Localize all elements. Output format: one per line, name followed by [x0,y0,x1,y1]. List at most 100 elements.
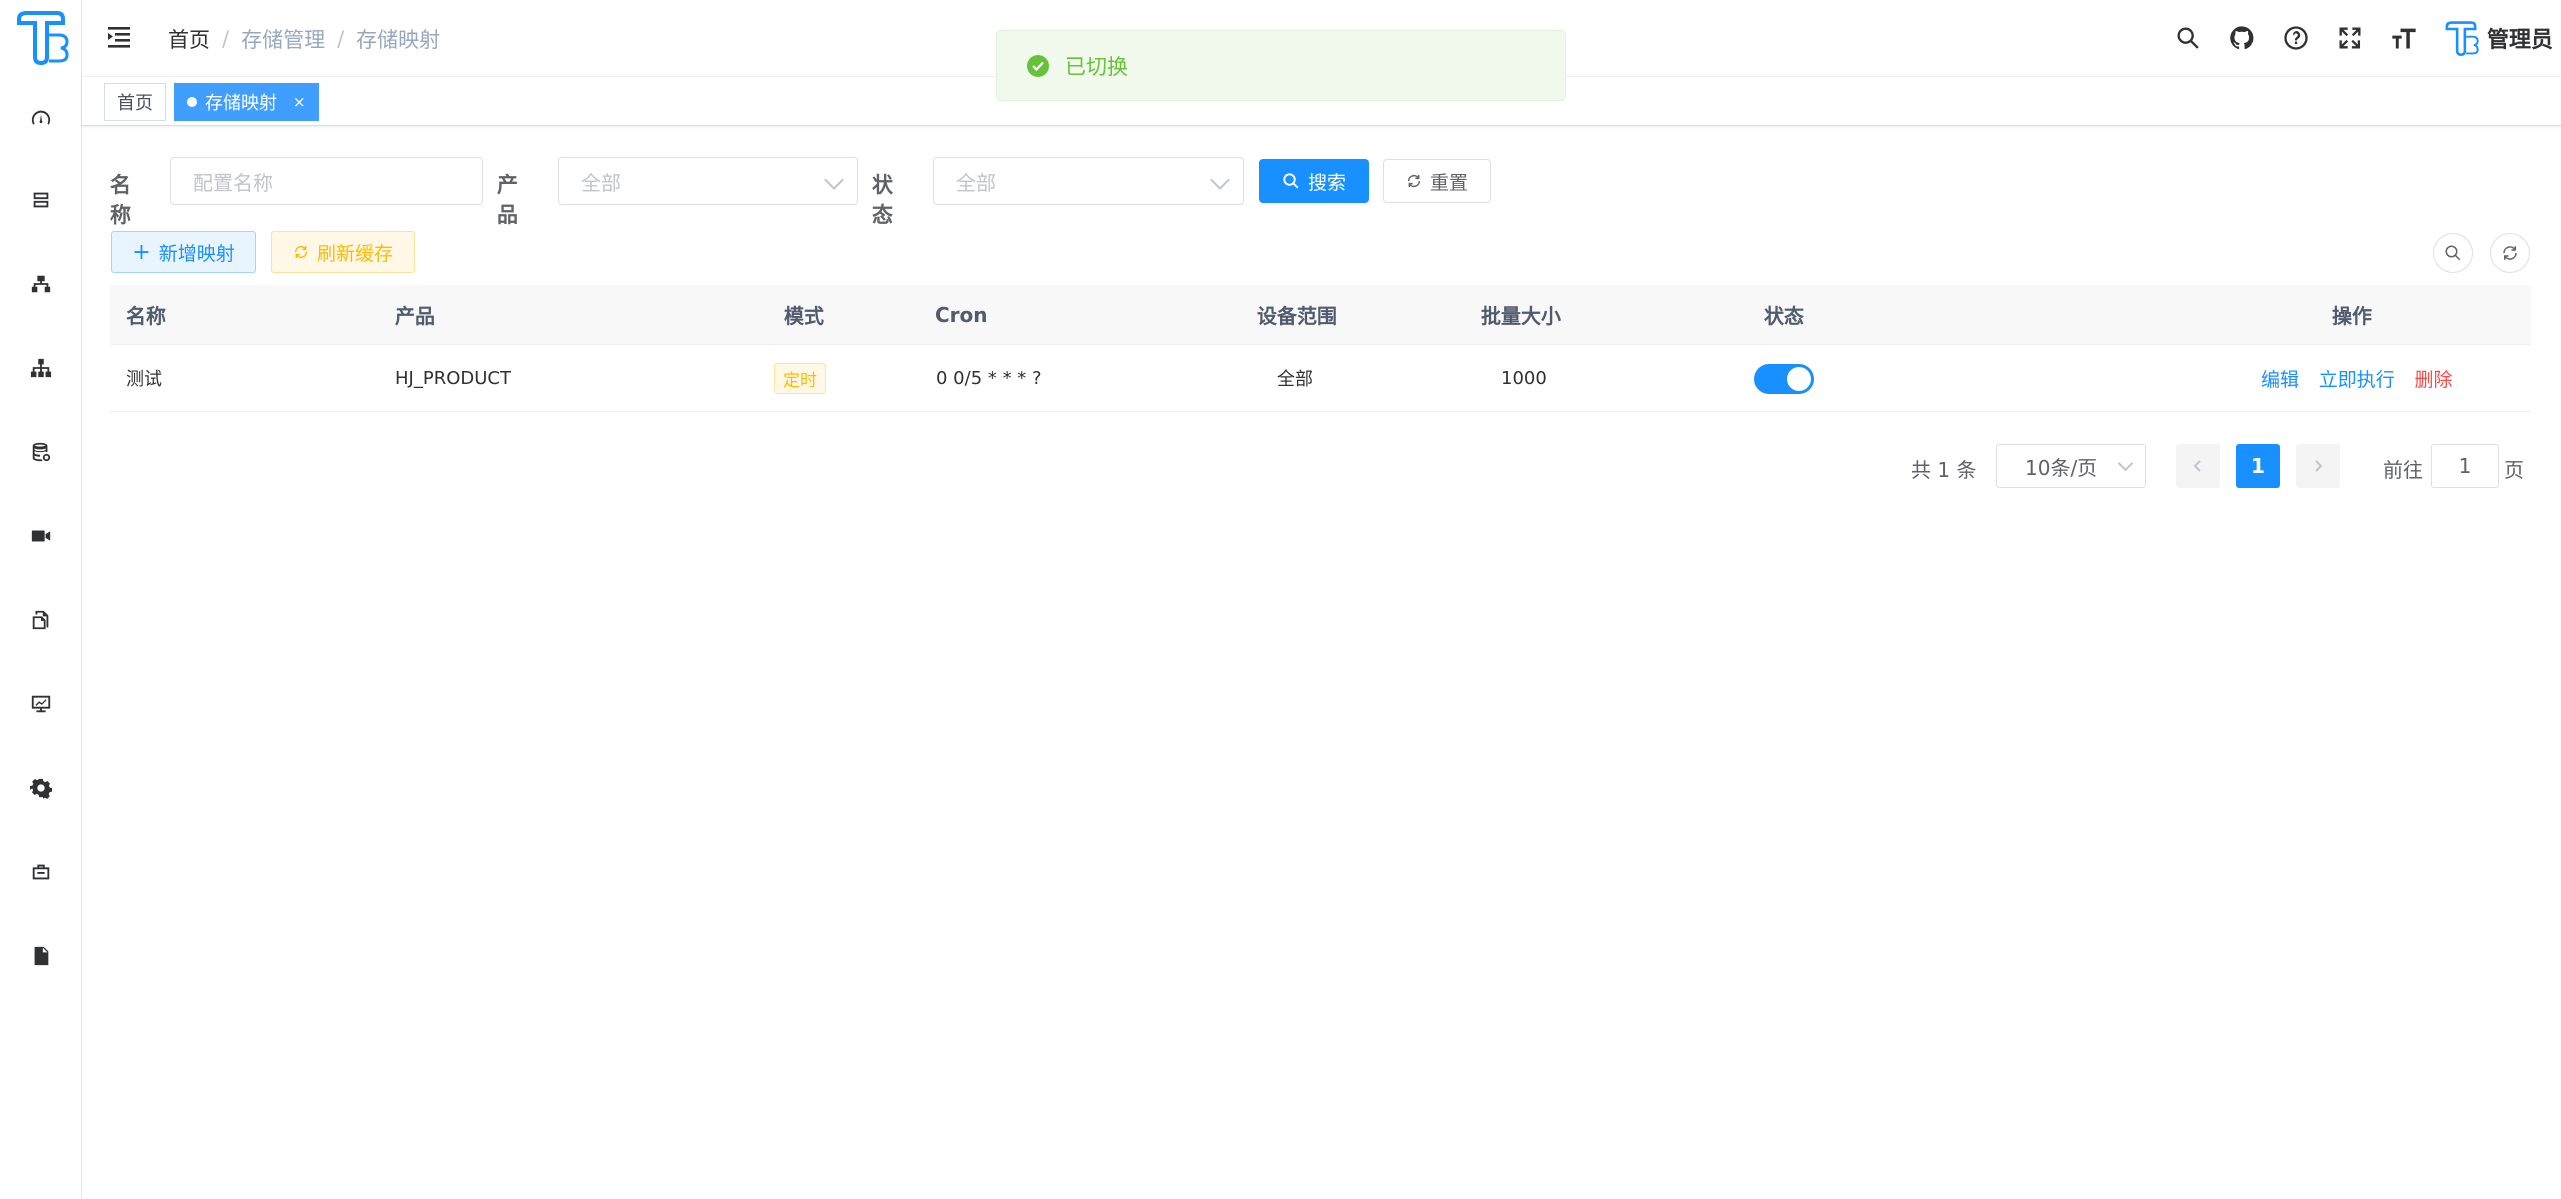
search-button[interactable]: 搜索 [1259,159,1369,203]
close-icon[interactable]: × [293,93,306,111]
refresh-icon [1407,174,1421,188]
status-select[interactable]: 全部 [933,157,1244,205]
search-icon [2445,245,2461,261]
success-message: 已切换 [996,30,1566,101]
sitemap-icon[interactable] [27,354,55,382]
page-suffix: 页 [2504,458,2524,482]
table-row: 测试 HJ_PRODUCT 定时 0 0/5 * * * ? 全部 1000 编… [110,345,2531,412]
breadcrumb-storage: 存储管理 [241,28,326,52]
page-number-button[interactable]: 1 [2236,444,2280,488]
logo-icon[interactable] [13,9,69,65]
success-check-icon [1027,54,1049,77]
help-icon[interactable] [2281,23,2311,53]
tag-home[interactable]: 首页 [104,83,166,121]
cell-scope: 全部 [1277,369,1313,390]
cell-mode: 定时 [774,362,826,394]
refresh-cache-label: 刷新缓存 [316,242,393,265]
name-input[interactable]: 配置名称 [170,157,483,205]
page-size-value: 10条/页 [2025,455,2098,480]
add-mapping-label: 新增映射 [158,242,235,265]
toolbox-icon[interactable] [27,858,55,886]
refresh-table-button[interactable] [2490,233,2530,273]
toggle-search-button[interactable] [2433,233,2473,273]
mode-tag: 定时 [774,362,826,394]
pagination-total: 共 1 条 [1911,458,1977,482]
user-name: 管理员 [2486,28,2553,53]
github-icon[interactable] [2227,23,2257,53]
message-text: 已切换 [1065,54,1128,79]
plus-icon: + [132,239,151,265]
files-icon[interactable] [27,606,55,634]
chevron-right-icon [2315,460,2323,472]
active-dot-icon [187,97,197,107]
breadcrumb-current: 存储映射 [356,28,441,52]
product-label: 产品 [497,173,518,227]
column-header-scope: 设备范围 [1257,304,1337,328]
user-menu[interactable]: 管理员 [2443,20,2553,56]
cell-cron: 0 0/5 * * * ? [936,367,1042,389]
column-header-mode: 模式 [784,304,824,328]
column-header-batch: 批量大小 [1481,304,1561,328]
chevron-down-icon [1210,170,1230,190]
refresh-icon [294,245,308,259]
toggle-knob [1787,367,1811,391]
header-actions: 管理员 [2173,20,2553,56]
network-icon[interactable] [27,270,55,298]
tag-storage-mapping[interactable]: 存储映射 × [174,83,319,121]
delete-link[interactable]: 删除 [2415,369,2453,391]
tag-label: 存储映射 [205,93,277,114]
refresh-cache-button[interactable]: 刷新缓存 [271,231,415,273]
prev-page-button[interactable] [2176,444,2220,488]
reset-button[interactable]: 重置 [1383,159,1491,203]
tag-label: 首页 [117,93,153,114]
document-icon[interactable] [27,942,55,970]
settings-icon[interactable] [27,774,55,802]
product-select-value: 全部 [581,170,621,195]
edit-link[interactable]: 编辑 [2261,369,2299,391]
sidebar [0,0,82,1199]
column-header-status: 状态 [1764,304,1804,328]
cell-actions: 编辑 立即执行 删除 [2261,365,2453,392]
breadcrumb-separator: / [222,27,230,51]
goto-label: 前往 [2383,458,2423,482]
mapping-table: 名称 产品 模式 Cron 设备范围 批量大小 状态 操作 测试 HJ_PROD… [110,285,2531,412]
chevron-down-icon [824,170,844,190]
add-mapping-button[interactable]: + 新增映射 [111,231,256,273]
pagination: 共 1 条 10条/页 1 前往 1 页 [0,444,2561,488]
reset-button-label: 重置 [1429,171,1468,194]
product-select[interactable]: 全部 [558,157,858,205]
goto-page-input[interactable]: 1 [2431,444,2499,488]
name-placeholder: 配置名称 [193,170,273,195]
breadcrumb-separator: / [337,27,345,51]
menu-toggle-icon[interactable] [106,24,132,50]
monitor-icon[interactable] [27,690,55,718]
breadcrumb-home[interactable]: 首页 [168,24,210,54]
execute-now-link[interactable]: 立即执行 [2319,369,2395,391]
next-page-button[interactable] [2296,444,2340,488]
table-header: 名称 产品 模式 Cron 设备范围 批量大小 状态 操作 [110,285,2531,345]
column-header-cron: Cron [935,302,988,327]
breadcrumb: 首页 / 存储管理 / 存储映射 [168,24,440,54]
cell-product: HJ_PRODUCT [395,367,511,389]
cell-name: 测试 [126,369,162,390]
column-header-product: 产品 [395,304,435,328]
search-icon [1283,173,1299,189]
server-icon[interactable] [27,186,55,214]
status-select-value: 全部 [956,170,996,195]
name-label: 名称 [110,173,131,227]
status-toggle[interactable] [1754,364,1814,394]
search-icon[interactable] [2173,23,2203,53]
refresh-icon [2503,246,2517,260]
fullscreen-icon[interactable] [2335,23,2365,53]
cell-batch: 1000 [1501,367,1547,389]
search-button-label: 搜索 [1307,171,1346,194]
chevron-down-icon [2117,455,2134,472]
video-icon[interactable] [27,522,55,550]
status-label: 状态 [872,173,893,227]
font-size-icon[interactable] [2389,23,2419,53]
page-size-select[interactable]: 10条/页 [1996,444,2146,488]
avatar [2445,21,2479,56]
chevron-left-icon [2193,460,2201,472]
dashboard-icon[interactable] [27,104,55,132]
column-header-actions: 操作 [2332,304,2372,328]
